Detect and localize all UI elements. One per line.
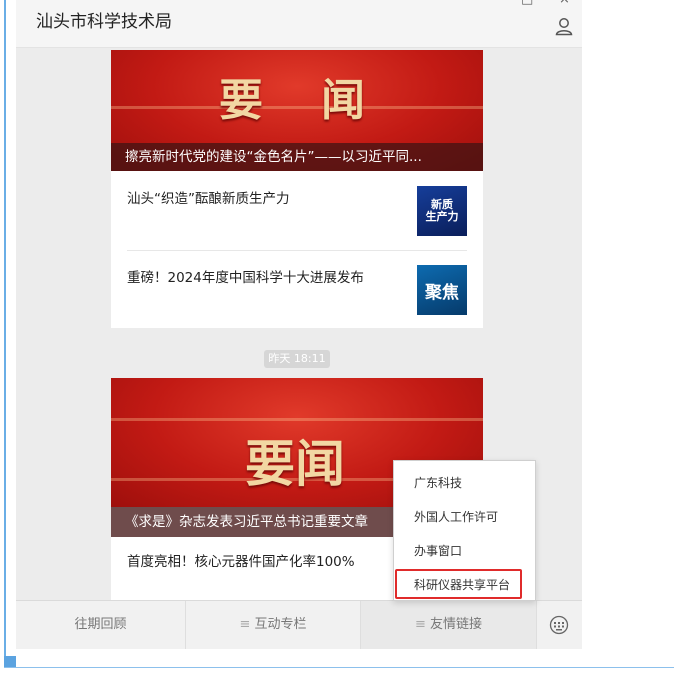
submenu-icon: ≡ [239,617,251,632]
title-bar: 汕头市科学技术局 − ◦ □ × [16,0,582,48]
menu-tab-links[interactable]: ≡ 友情链接 [361,601,537,649]
message-timestamp: 昨天 18:11 [264,350,330,368]
window-frame-left [4,0,6,668]
thumbnail-text: 新质 生产力 [425,198,459,223]
minimize-icon[interactable]: − [456,0,467,7]
article-title: 汕头“织造”酝酿新质生产力 [127,191,290,207]
account-title: 汕头市科学技术局 [36,12,172,32]
menu-tab-label: 互动专栏 [254,617,307,632]
submenu-item-service-window[interactable]: 办事窗口 [414,542,462,559]
menu-tab-label: 友情链接 [429,617,482,632]
account-bottom-menu: 往期回顾 ≡ 互动专栏 ≡ 友情链接 [16,600,582,649]
article-card-group-1: 要 闻 擦亮新时代党的建设“金色名片”——以习近平同... 汕头“织造”酝酿新质… [111,50,483,328]
banner-stripe [111,418,483,421]
close-icon[interactable]: × [559,0,570,7]
banner-title-glyph: 要 [219,75,263,126]
article-banner-main[interactable]: 要 闻 擦亮新时代党的建设“金色名片”——以习近平同... [111,50,483,171]
submenu-item-guangdong-tech[interactable]: 广东科技 [414,474,462,491]
submenu-item-instrument-sharing-platform[interactable]: 科研仪器共享平台 [414,576,510,593]
restore-icon[interactable]: ◦ [488,0,496,7]
menu-tab-past-issues[interactable]: 往期回顾 [16,601,186,649]
article-title: 重磅！2024年度中国科学十大进展发布 [127,270,364,286]
maximize-icon[interactable]: □ [521,0,533,7]
article-thumbnail: 新质 生产力 [417,186,467,236]
menu-tab-label: 往期回顾 [74,617,127,632]
banner-title-glyph: 闻 [321,75,365,126]
menu-tab-interactive[interactable]: ≡ 互动专栏 [186,601,361,649]
article-thumbnail: 聚焦 [417,265,467,315]
window-frame-bottom [4,667,674,668]
article-title: 首度亮相！核心元器件国产化率100% [127,554,355,570]
banner-title-glyph: 要闻 [245,434,345,493]
wechat-account-window: 汕头市科学技术局 − ◦ □ × 要 闻 擦亮新时代党的建设“金色名片”——以习… [16,0,582,649]
user-profile-icon[interactable] [554,16,574,36]
article-list-item[interactable]: 重磅！2024年度中国科学十大进展发布 聚焦 [111,250,483,329]
article-list-item[interactable]: 汕头“织造”酝酿新质生产力 新质 生产力 [111,171,483,250]
keyboard-icon[interactable] [549,615,569,635]
banner-stripe [111,106,483,109]
submenu-icon: ≡ [415,617,426,632]
submenu-item-foreigner-work-permit[interactable]: 外国人工作许可 [414,508,498,525]
links-submenu-popup: 广东科技 外国人工作许可 办事窗口 科研仪器共享平台 [393,460,536,601]
main-article-headline[interactable]: 擦亮新时代党的建设“金色名片”——以习近平同... [111,143,483,171]
